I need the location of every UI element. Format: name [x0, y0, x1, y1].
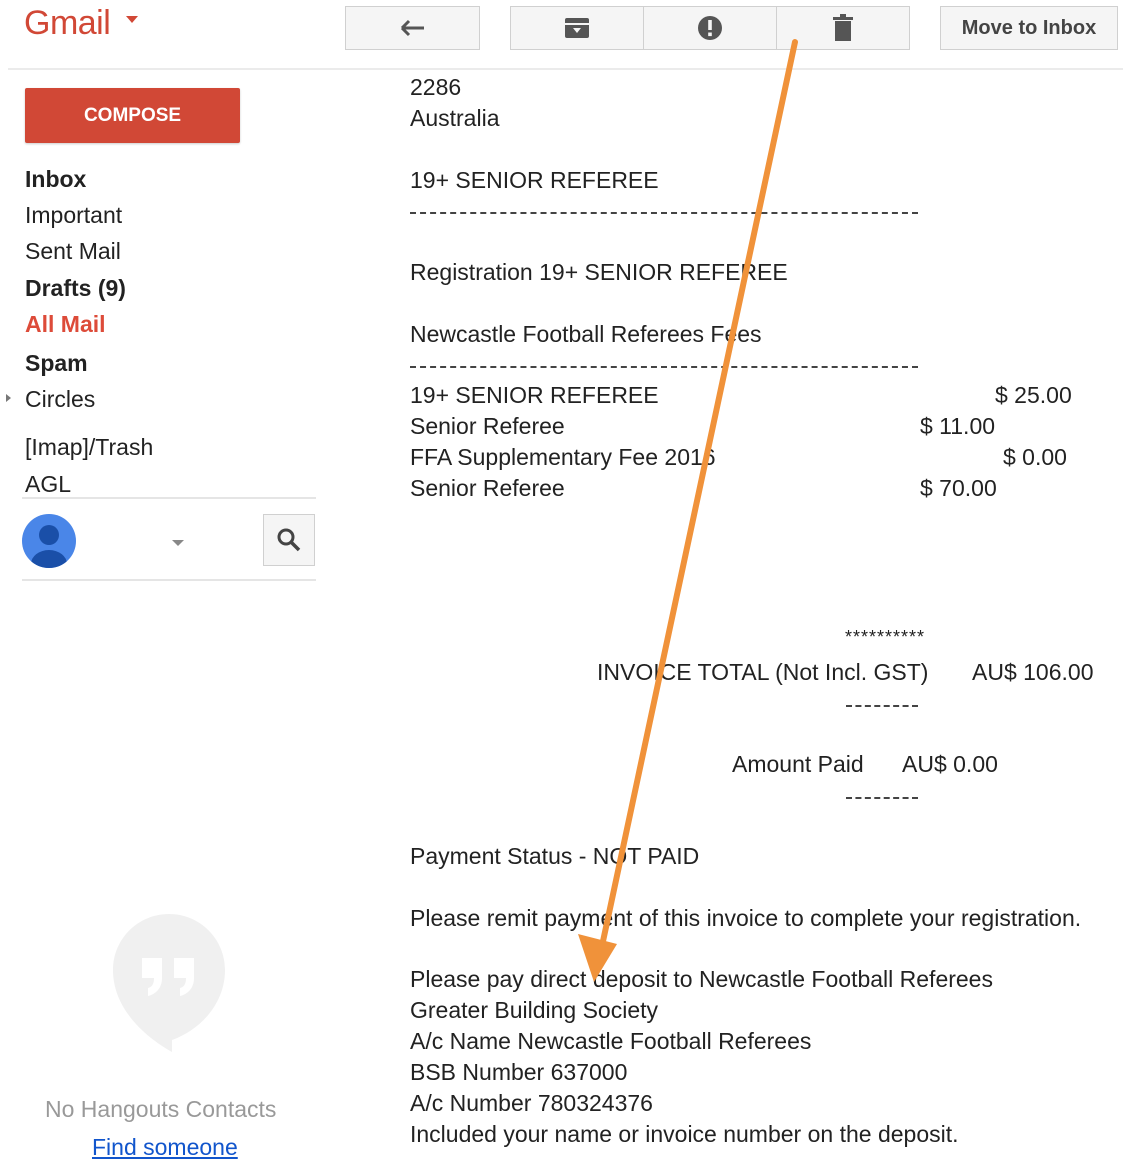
- deposit-line: Included your name or invoice number on …: [410, 1121, 959, 1147]
- sidebar-item-imap-trash[interactable]: [Imap]/Trash: [25, 434, 153, 461]
- sidebar-item-spam[interactable]: Spam: [25, 350, 88, 377]
- line-item-desc: Senior Referee: [410, 413, 565, 439]
- search-icon: [277, 528, 301, 552]
- delete-button[interactable]: [776, 6, 910, 50]
- sidebar-item-sent-mail[interactable]: Sent Mail: [25, 238, 121, 265]
- hangouts-icon: [113, 914, 225, 1052]
- invoice-total-value: AU$ 106.00: [972, 659, 1094, 685]
- dashed-divider: [410, 212, 918, 214]
- dashed-divider: [846, 797, 918, 799]
- payment-status: Payment Status - NOT PAID: [410, 843, 700, 869]
- line-item-amount: $ 11.00: [920, 413, 996, 439]
- report-spam-button[interactable]: [643, 6, 777, 50]
- deposit-line: BSB Number 637000: [410, 1059, 628, 1085]
- line-item-amount: $ 25.00: [995, 382, 1072, 408]
- sidebar-item-inbox[interactable]: Inbox: [25, 166, 86, 193]
- deposit-line: A/c Name Newcastle Football Referees: [410, 1028, 812, 1054]
- trash-icon: [833, 14, 853, 41]
- address-country: Australia: [410, 105, 500, 131]
- sidebar-divider: [22, 497, 316, 499]
- dashed-divider: [410, 366, 918, 368]
- archive-icon: [565, 18, 589, 38]
- move-to-inbox-button[interactable]: Move to Inbox: [940, 6, 1118, 50]
- archive-button[interactable]: [510, 6, 644, 50]
- back-button[interactable]: [345, 6, 480, 50]
- compose-button[interactable]: COMPOSE: [25, 88, 240, 143]
- fees-heading: Newcastle Football Referees Fees: [410, 321, 762, 347]
- address-postcode: 2286: [410, 74, 462, 100]
- line-item-amount: $ 70.00: [920, 475, 997, 501]
- line-item-amount: $ 0.00: [1003, 444, 1067, 470]
- alert-icon: [698, 16, 722, 40]
- dashed-divider: [846, 705, 918, 707]
- chevron-down-icon[interactable]: [172, 540, 184, 546]
- amount-paid-label: Amount Paid: [732, 751, 864, 777]
- deposit-line: Please pay direct deposit to Newcastle F…: [410, 966, 993, 992]
- sidebar-item-drafts[interactable]: Drafts (9): [25, 275, 126, 302]
- stars-separator: **********: [845, 627, 926, 647]
- gmail-logo[interactable]: Gmail: [24, 4, 111, 43]
- chevron-down-icon[interactable]: [126, 16, 138, 23]
- sidebar-item-all-mail[interactable]: All Mail: [25, 311, 106, 338]
- expand-arrow-icon[interactable]: [6, 394, 11, 402]
- category-heading: 19+ SENIOR REFEREE: [410, 167, 659, 193]
- deposit-line: A/c Number 780324376: [410, 1090, 653, 1116]
- avatar[interactable]: [22, 514, 76, 568]
- back-arrow-icon: [400, 19, 424, 37]
- toolbar-divider: [8, 68, 1123, 70]
- search-people-button[interactable]: [263, 514, 315, 566]
- sidebar-item-circles[interactable]: Circles: [25, 386, 95, 413]
- sidebar-item-agl[interactable]: AGL: [25, 471, 71, 498]
- hangouts-empty-text: No Hangouts Contacts: [45, 1096, 277, 1122]
- line-item-desc: Senior Referee: [410, 475, 565, 501]
- person-icon: [31, 525, 67, 568]
- line-item-desc: FFA Supplementary Fee 2016: [410, 444, 716, 470]
- find-someone-link[interactable]: Find someone: [92, 1134, 238, 1161]
- line-item-desc: 19+ SENIOR REFEREE: [410, 382, 659, 408]
- registration-line: Registration 19+ SENIOR REFEREE: [410, 259, 788, 285]
- sidebar-item-important[interactable]: Important: [25, 202, 122, 229]
- deposit-line: Greater Building Society: [410, 997, 659, 1023]
- amount-paid-value: AU$ 0.00: [902, 751, 998, 777]
- remit-text: Please remit payment of this invoice to …: [410, 905, 1082, 931]
- invoice-total-label: INVOICE TOTAL (Not Incl. GST): [597, 659, 929, 685]
- sidebar-divider: [22, 579, 316, 581]
